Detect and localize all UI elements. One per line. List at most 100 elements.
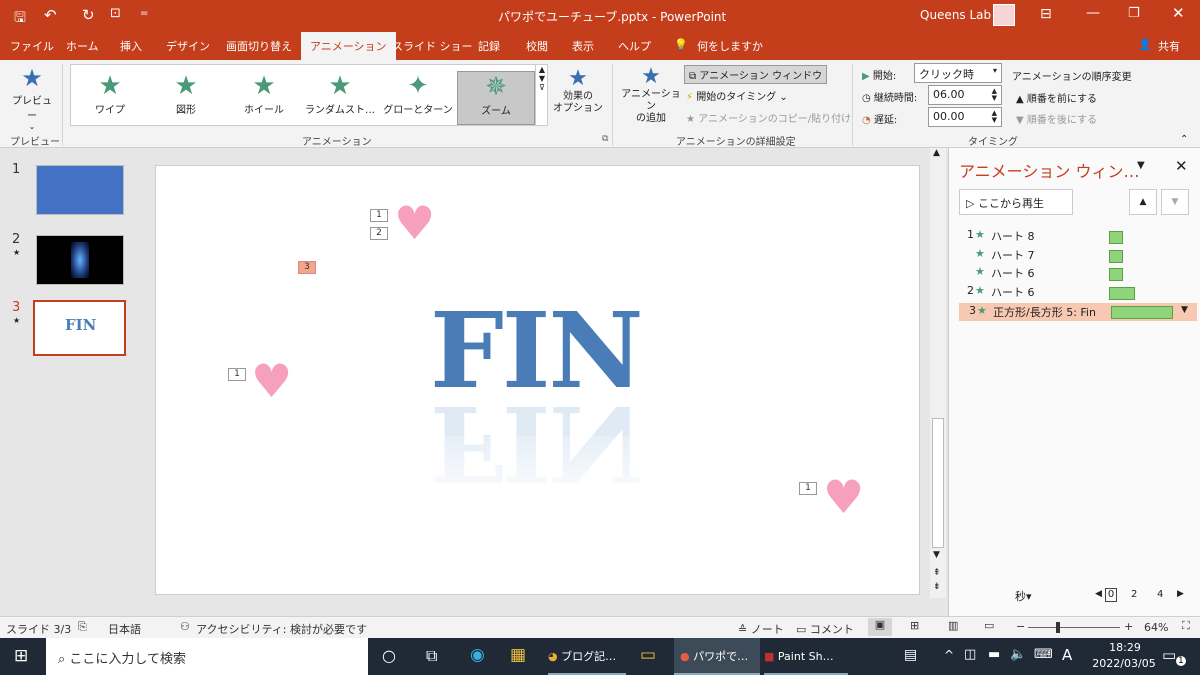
preview-button[interactable]: ★ プレビュー ⌄: [8, 64, 56, 131]
slide-thumb-1[interactable]: [36, 165, 124, 215]
tray-chevron-icon[interactable]: ^: [944, 648, 954, 662]
row-dropdown-icon[interactable]: ▼: [1181, 305, 1188, 315]
ribbon-display-icon[interactable]: ⊟: [1040, 6, 1052, 22]
heart-icon[interactable]: ♥: [251, 356, 292, 406]
zoom-slider-thumb[interactable]: [1056, 622, 1060, 633]
zoom-slider[interactable]: [1028, 627, 1120, 628]
gallery-random-bars[interactable]: ★ ランダムスト…: [301, 71, 379, 125]
anim-timeline-bar[interactable]: [1109, 287, 1135, 300]
anim-tag[interactable]: 1: [799, 482, 817, 495]
anim-timeline-bar[interactable]: [1109, 268, 1123, 281]
duration-input[interactable]: 06.00 ▲ ▼: [928, 85, 1002, 105]
news-icon[interactable]: ▤: [904, 647, 917, 663]
spellcheck-icon[interactable]: ⎘: [78, 620, 87, 634]
move-earlier-button[interactable]: ▲ 順番を前にする: [1016, 90, 1097, 105]
pane-options-icon[interactable]: ▼: [1137, 160, 1145, 171]
scroll-thumb[interactable]: [932, 418, 944, 548]
delay-input[interactable]: 00.00 ▲ ▼: [928, 107, 1002, 127]
anim-row[interactable]: ★ ハート 7: [957, 247, 1193, 265]
anim-tag[interactable]: 1: [370, 209, 388, 222]
move-up-button[interactable]: ▲: [1129, 189, 1157, 215]
anim-tag-selected[interactable]: 3: [298, 261, 316, 274]
slide-scrollbar[interactable]: ▲ ▼ ⇞ ⇟: [930, 148, 946, 598]
pane-close-icon[interactable]: ✕: [1175, 157, 1188, 175]
gallery-scroll[interactable]: ▲ ▼ ⊽: [535, 65, 548, 125]
anim-tag[interactable]: 1: [228, 368, 246, 381]
gallery-grow-turn[interactable]: ✦ グローとターン: [379, 71, 457, 125]
redo-icon[interactable]: ↻: [82, 6, 95, 24]
anim-row[interactable]: 2 ★ ハート 6: [957, 284, 1193, 302]
add-animation-button[interactable]: ★ アニメーション の追加: [620, 64, 682, 125]
anim-row-selected[interactable]: 3 ★ 正方形/長方形 5: Fin ▼: [959, 303, 1197, 321]
slide-thumb-2[interactable]: [36, 235, 124, 285]
next-slide-icon[interactable]: ⇟: [933, 582, 941, 592]
notification-icon[interactable]: ▭: [1162, 646, 1176, 664]
battery-icon[interactable]: ▬: [988, 647, 1000, 662]
clock-date[interactable]: 2022/03/05: [1084, 657, 1164, 670]
scroll-up-icon[interactable]: ▲: [933, 148, 940, 158]
heart-icon[interactable]: ♥: [823, 472, 864, 522]
prev-slide-icon[interactable]: ⇞: [933, 568, 941, 578]
gallery-wipe[interactable]: ★ ワイプ: [71, 71, 149, 125]
spinner-icon[interactable]: ▲ ▼: [992, 110, 997, 124]
store-icon[interactable]: ▦: [510, 645, 526, 665]
accessibility-status[interactable]: アクセシビリティ: 検討が必要です: [196, 621, 367, 637]
anim-timeline-bar[interactable]: [1111, 306, 1173, 319]
qat-more[interactable]: =: [140, 8, 148, 19]
dialog-launcher-icon[interactable]: ⧉: [602, 134, 608, 144]
restore-icon[interactable]: ❐: [1128, 6, 1140, 21]
zoom-in-icon[interactable]: +: [1124, 620, 1133, 633]
slide-canvas[interactable]: 1 2 ♥ 3 1 ♥ 1 ♥ FIN FIN: [155, 165, 920, 595]
spinner-icon[interactable]: ▲ ▼: [992, 88, 997, 102]
taskbar-powerpoint[interactable]: ● パワポで…: [674, 638, 760, 675]
tab-file[interactable]: ファイル: [10, 38, 54, 54]
clock-time[interactable]: 18:29: [1094, 641, 1156, 654]
ime-indicator[interactable]: A: [1062, 646, 1072, 664]
anim-tag[interactable]: 2: [370, 227, 388, 240]
tab-slideshow[interactable]: スライド ショー: [392, 38, 473, 54]
present-icon[interactable]: ⊡: [110, 6, 121, 21]
play-from-button[interactable]: ▷ ここから再生: [959, 189, 1073, 215]
slideshow-view-icon[interactable]: ▭: [984, 619, 994, 632]
undo-icon[interactable]: ↶: [44, 6, 57, 24]
animation-pane-button[interactable]: ⧉ アニメーション ウィンドウ: [684, 65, 828, 84]
timeline-right-icon[interactable]: ▶: [1177, 589, 1184, 599]
slide-thumb-3[interactable]: FIN: [33, 300, 126, 356]
windows-start-icon[interactable]: ⊞: [14, 646, 28, 666]
fit-slide-icon[interactable]: ⛶: [1182, 619, 1190, 633]
minimize-icon[interactable]: —: [1086, 5, 1100, 21]
anim-timeline-bar[interactable]: [1109, 250, 1123, 263]
tab-help[interactable]: ヘルプ: [618, 38, 651, 54]
meet-icon[interactable]: ◫: [964, 647, 976, 662]
heart-icon[interactable]: ♥: [394, 198, 435, 248]
tab-transitions[interactable]: 画面切り替え: [226, 38, 292, 54]
gallery-zoom[interactable]: ✵ ズーム: [457, 71, 535, 125]
tab-record[interactable]: 記録: [478, 38, 500, 54]
tell-me[interactable]: 何をしますか: [697, 38, 763, 54]
zoom-level[interactable]: 64%: [1144, 621, 1168, 634]
notes-button[interactable]: ≙ ノート: [738, 621, 784, 637]
tab-review[interactable]: 校閲: [526, 38, 548, 54]
tab-home[interactable]: ホーム: [66, 38, 99, 54]
taskbar-chrome[interactable]: ◕ ブログ記…: [548, 638, 626, 675]
gallery-wheel[interactable]: ★ ホイール: [225, 71, 303, 125]
trigger-button[interactable]: ⚡ 開始のタイミング ⌄: [686, 88, 788, 103]
normal-view-icon[interactable]: ▣: [868, 618, 892, 636]
close-icon[interactable]: ✕: [1172, 4, 1185, 22]
share-button[interactable]: 共有: [1158, 38, 1180, 54]
anim-timeline-bar[interactable]: [1109, 231, 1123, 244]
volume-icon[interactable]: 🔈: [1010, 647, 1026, 662]
avatar[interactable]: [993, 4, 1015, 26]
tab-animations[interactable]: アニメーション: [301, 32, 396, 60]
tab-view[interactable]: 表示: [572, 38, 594, 54]
tab-design[interactable]: デザイン: [166, 38, 210, 54]
explorer-icon[interactable]: ▭: [640, 645, 656, 665]
anim-row[interactable]: 1 ★ ハート 8: [957, 228, 1193, 246]
save-icon[interactable]: 🖫: [14, 7, 26, 31]
sorter-view-icon[interactable]: ⊞: [910, 619, 919, 632]
tab-insert[interactable]: 挿入: [120, 38, 142, 54]
zoom-out-icon[interactable]: −: [1016, 620, 1025, 633]
keyboard-icon[interactable]: ⌨: [1034, 647, 1053, 662]
comments-button[interactable]: ▭ コメント: [796, 621, 854, 637]
timeline-left-icon[interactable]: ◀: [1095, 589, 1102, 599]
